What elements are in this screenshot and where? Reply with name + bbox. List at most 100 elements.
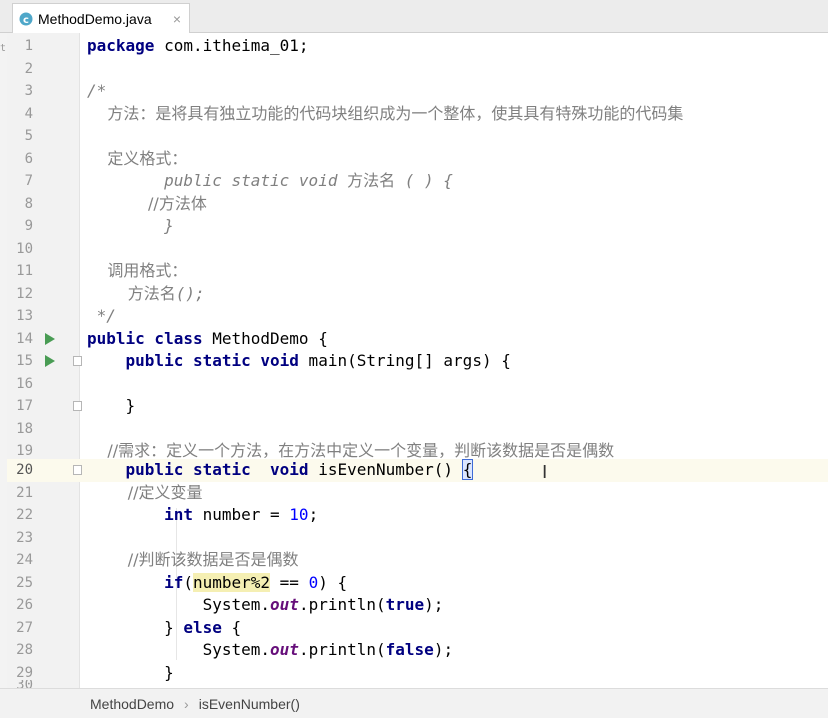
number-literal: 10 (289, 505, 309, 524)
line-number: 24 (16, 552, 33, 568)
line-number: 8 (24, 195, 33, 212)
code-line[interactable]: 28 System.out.println(false); (7, 639, 828, 662)
comment-token: ( ) { (395, 171, 453, 190)
line-number: 16 (16, 375, 33, 392)
comment-token: (); (175, 283, 205, 303)
strip-fragment: t (0, 43, 7, 54)
code-text: } else { (87, 617, 241, 640)
code-text: } (87, 396, 136, 415)
breadcrumb-separator-icon: › (184, 695, 189, 712)
code-line[interactable]: 23 (7, 527, 828, 550)
code-text: package com.itheima_01; (87, 35, 309, 58)
comment-text: 方法：是将具有独立功能的代码块组织成为一个整体，使其具有特殊功能的代码集 (87, 103, 684, 123)
comment-text: 调用格式： (87, 261, 188, 280)
code-token: ) { (318, 572, 348, 592)
code-line[interactable]: 1 package com.itheima_01; (7, 35, 828, 58)
line-number: 25 (16, 574, 33, 591)
code-line[interactable]: 12 方法名(); (7, 283, 828, 306)
comment-text: //判断该数据是否是偶数 (87, 550, 299, 569)
line-number: 27 (16, 619, 33, 636)
line-number: 2 (24, 60, 33, 77)
comment-text: 定义格式： (87, 148, 188, 168)
line-number: 5 (24, 128, 33, 144)
line-number: 10 (16, 240, 33, 257)
breadcrumb-method[interactable]: isEvenNumber() (199, 696, 300, 712)
line-number: 23 (16, 529, 33, 546)
line-number: 20 (16, 462, 33, 478)
code-line[interactable]: 8 //方法体 (7, 193, 828, 216)
keyword: if (87, 572, 184, 592)
code-text: System.out.println(true); (87, 594, 444, 617)
code-line[interactable]: 21 //定义变量 (7, 482, 828, 505)
code-text: if(number%2 == 0) { (87, 572, 347, 595)
code-token: ); (424, 595, 444, 614)
comment-text: } (87, 216, 174, 235)
close-icon[interactable]: × (173, 11, 181, 27)
code-line[interactable]: 6 定义格式： (7, 148, 828, 171)
code-token: ; (308, 505, 319, 524)
code-line[interactable]: 27 } else { (7, 617, 828, 640)
line-number: 1 (24, 38, 33, 54)
fold-icon[interactable] (73, 465, 82, 475)
line-number: 6 (24, 150, 33, 167)
breadcrumb: MethodDemo › isEvenNumber() (0, 688, 828, 718)
fold-icon[interactable] (73, 356, 82, 366)
code-line[interactable]: 22 int number = 10; (7, 504, 828, 527)
tab-label: MethodDemo.java (38, 10, 152, 27)
code-token: MethodDemo { (202, 328, 328, 348)
line-number: 12 (16, 285, 33, 302)
run-icon[interactable] (45, 332, 55, 345)
code-line[interactable]: 13 */ (7, 305, 828, 328)
tab-methoddemo-java[interactable]: c MethodDemo.java × (12, 3, 190, 33)
code-token: ); (433, 640, 454, 659)
keyword: true (385, 595, 425, 614)
highlighted-expression: number%2 (192, 572, 271, 592)
breadcrumb-class[interactable]: MethodDemo (90, 696, 174, 712)
code-line[interactable]: 3 /* (7, 80, 828, 103)
code-line[interactable]: 18 (7, 418, 828, 441)
static-field: out (270, 595, 299, 614)
keyword: false (385, 640, 434, 659)
text-cursor-icon: I (542, 462, 548, 483)
code-text: int number = 10; (87, 504, 318, 527)
comment-text: public static void 方法名 ( ) { (87, 170, 453, 193)
tool-window-strip: t (0, 33, 7, 688)
code-line[interactable]: 4 方法：是将具有独立功能的代码块组织成为一个整体，使其具有特殊功能的代码集 (7, 103, 828, 126)
svg-text:c: c (23, 15, 29, 26)
code-text: public class MethodDemo { (87, 328, 328, 351)
code-line[interactable]: 7 public static void 方法名 ( ) { (7, 170, 828, 193)
code-token: number = (192, 505, 290, 524)
keyword: package (87, 36, 155, 55)
code-line[interactable]: 17 } (7, 395, 828, 418)
code-line[interactable]: 14 public class MethodDemo { (7, 328, 828, 351)
line-number: 4 (24, 105, 33, 122)
code-line[interactable]: 11 调用格式： (7, 260, 828, 283)
comment-text: //定义变量 (87, 482, 203, 502)
static-field: out (270, 640, 299, 659)
run-icon[interactable] (45, 355, 55, 367)
code-line[interactable]: 10 (7, 238, 828, 261)
line-number: 11 (16, 263, 33, 279)
code-line[interactable]: 25 if(number%2 == 0) { (7, 572, 828, 595)
line-number: 9 (24, 218, 33, 234)
code-token: isEvenNumber() (308, 460, 454, 479)
line-number: 18 (16, 420, 33, 437)
line-number: 13 (16, 308, 33, 324)
code-line-partial[interactable]: 30 (7, 680, 828, 688)
code-token: ( (183, 572, 193, 592)
code-text: System.out.println(false); (87, 639, 453, 662)
code-line[interactable]: 26 System.out.println(true); (7, 594, 828, 617)
keyword: else (183, 617, 222, 637)
code-line[interactable]: 16 (7, 373, 828, 396)
code-line-current[interactable]: 20 public static void isEvenNumber() { (7, 459, 828, 482)
code-line[interactable]: 15 public static void main(String[] args… (7, 350, 828, 373)
code-token: System. (87, 595, 271, 614)
fold-icon[interactable] (73, 401, 82, 411)
comment-text: /* (87, 81, 107, 100)
code-line[interactable]: 2 (7, 58, 828, 81)
code-line[interactable]: 9 } (7, 215, 828, 238)
keyword: int (87, 505, 193, 524)
code-line[interactable]: 5 (7, 125, 828, 148)
code-line[interactable]: 24 //判断该数据是否是偶数 (7, 549, 828, 572)
code-token: System. (87, 640, 271, 659)
